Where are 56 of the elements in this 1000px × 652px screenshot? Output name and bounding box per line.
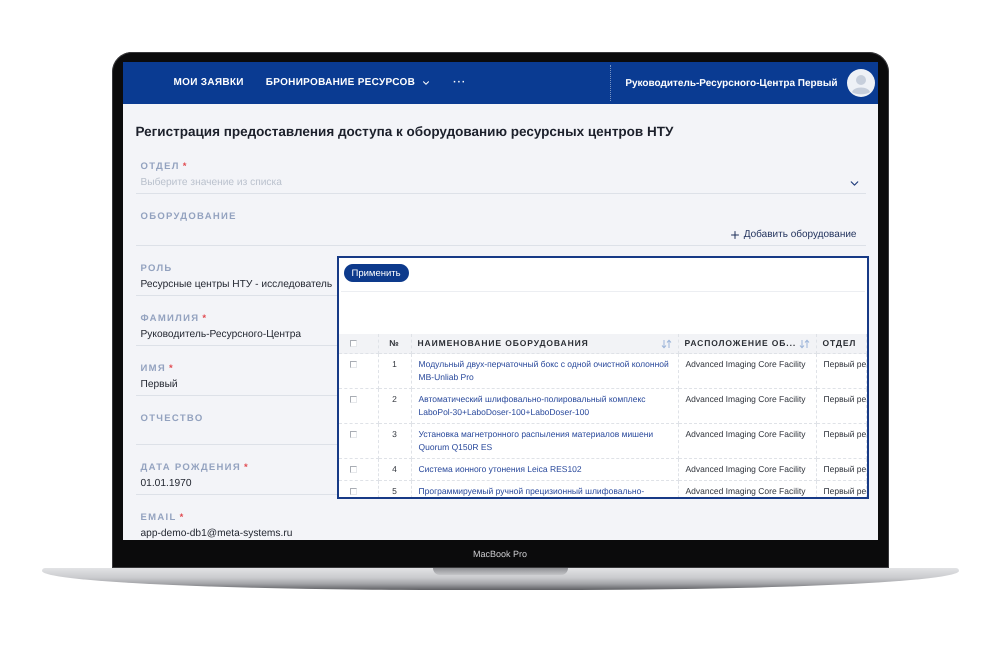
checkbox[interactable] bbox=[350, 466, 356, 473]
checkbox[interactable] bbox=[350, 488, 356, 495]
field-label: ДАТА РОЖДЕНИЯ bbox=[140, 462, 241, 474]
column-header: № bbox=[388, 337, 401, 350]
table-cell: Advanced Imaging Core Facility bbox=[686, 393, 806, 406]
more-menu-button[interactable]: ··· bbox=[453, 76, 466, 90]
table-cell: 4 bbox=[392, 463, 397, 476]
avatar-icon[interactable] bbox=[846, 69, 874, 97]
page-title: Регистрация предоставления доступа к оборудованию ресурсных центров НТУ bbox=[136, 123, 674, 140]
field-label: EMAIL bbox=[140, 512, 177, 524]
field-label: ОТДЕЛ bbox=[140, 161, 180, 173]
table-cell: 5 bbox=[392, 485, 397, 497]
add-equipment-button[interactable]: Добавить оборудование bbox=[728, 228, 856, 242]
table-cell: Advanced Imaging Core Facility bbox=[686, 428, 806, 441]
sort-icon[interactable] bbox=[660, 338, 672, 348]
required-mark: * bbox=[244, 462, 248, 474]
sort-icon[interactable] bbox=[799, 338, 810, 348]
laptop-model-label: MacBook Pro bbox=[472, 548, 528, 560]
table-cell: Advanced Imaging Core Facility bbox=[686, 463, 806, 476]
checkbox[interactable] bbox=[350, 361, 356, 368]
text-field[interactable]: app-demo-db1@meta-systems.ru bbox=[136, 527, 866, 540]
required-mark: * bbox=[180, 512, 184, 524]
table-cell: 3 bbox=[392, 428, 397, 441]
checkbox[interactable] bbox=[350, 340, 356, 347]
field-label: ИМЯ bbox=[140, 363, 166, 375]
table-cell: Первый ре bbox=[824, 428, 866, 441]
column-header[interactable]: РАСПОЛОЖЕНИЕ ОБ... bbox=[684, 337, 810, 350]
equipment-link[interactable]: Система ионного утонения Leica RES102 bbox=[418, 463, 582, 476]
required-mark: * bbox=[182, 161, 186, 173]
field-label: ОБОРУДОВАНИЕ bbox=[140, 211, 237, 223]
user-name[interactable]: Руководитель-Ресурсного-Центра Первый bbox=[625, 78, 838, 88]
plus-icon bbox=[728, 229, 741, 241]
table-cell: Advanced Imaging Core Facility bbox=[686, 485, 806, 497]
apply-button[interactable]: Применить bbox=[344, 264, 409, 282]
equipment-link[interactable]: Установка магнетронного распыления материалов мишени Quorum Q150R ES bbox=[418, 428, 670, 454]
field-label: ФАМИЛИЯ bbox=[140, 313, 200, 325]
required-mark: * bbox=[202, 313, 206, 325]
table-cell: Advanced Imaging Core Facility bbox=[686, 358, 806, 371]
equipment-link[interactable]: Автоматический шлифовально-полировальный комплекс LaboPol-30+LaboDoser-100+LaboDoser-100 bbox=[418, 393, 670, 419]
checkbox[interactable] bbox=[350, 396, 356, 403]
nav-link[interactable]: МОИ ЗАЯВКИ bbox=[174, 76, 244, 90]
table-cell: 2 bbox=[392, 393, 397, 406]
field-label: РОЛЬ bbox=[140, 263, 173, 275]
equipment-link[interactable]: Модульный двух-перчаточный бокс с одной очистной колонной MB-Unliab Pro bbox=[418, 358, 670, 384]
equipment-link[interactable]: Программируемый ручной прецизионный шлифовально- bbox=[418, 485, 644, 497]
table-cell: Первый ре bbox=[824, 358, 866, 371]
table-cell: Первый ре bbox=[824, 393, 866, 406]
table-cell: Первый ре bbox=[824, 463, 866, 476]
table-cell: 1 bbox=[392, 358, 397, 371]
required-mark: * bbox=[168, 363, 173, 375]
nav-dropdown[interactable]: БРОНИРОВАНИЕ РЕСУРСОВ bbox=[266, 76, 432, 90]
column-header: ОТДЕЛ bbox=[822, 337, 858, 350]
column-header[interactable]: НАИМЕНОВАНИЕ ОБОРУДОВАНИЯ bbox=[418, 337, 672, 350]
field-label: ОТЧЕСТВО bbox=[140, 413, 204, 425]
checkbox[interactable] bbox=[350, 431, 356, 438]
table-cell: Первый ре bbox=[824, 485, 866, 497]
